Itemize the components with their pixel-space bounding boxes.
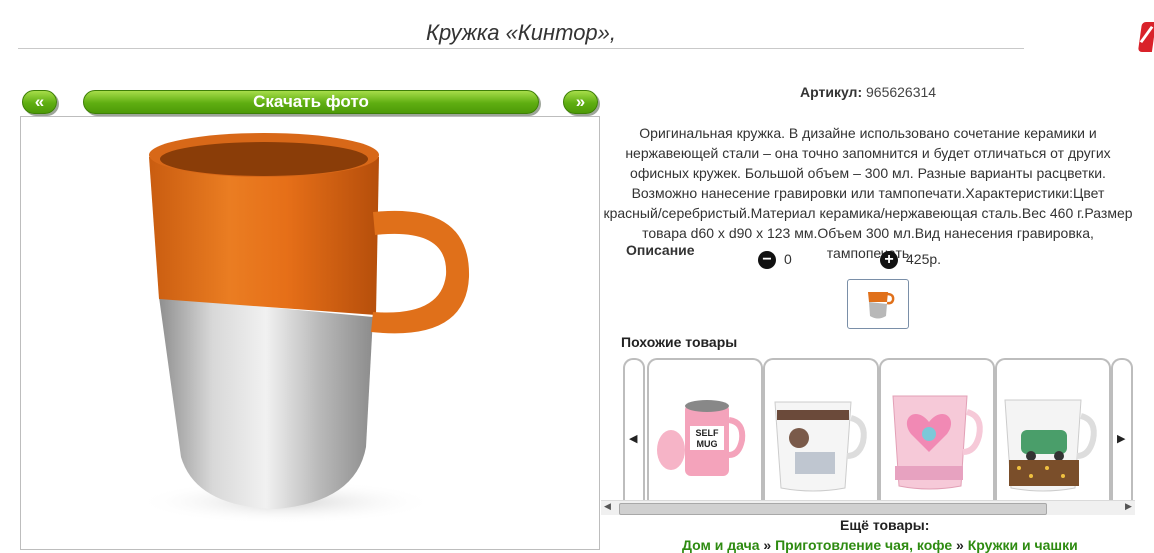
download-photo-button[interactable]: Скачать фото: [83, 90, 539, 114]
sku: Артикул: 965626314: [800, 84, 960, 100]
related-item[interactable]: [995, 358, 1111, 510]
close-icon[interactable]: [1137, 22, 1154, 52]
related-item[interactable]: [879, 358, 995, 510]
title-divider: [18, 48, 1024, 49]
sku-label: Артикул:: [800, 84, 863, 100]
carousel-next-button[interactable]: ▶: [1111, 358, 1133, 510]
related-carousel: ◀ SELF MUG ▶: [601, 356, 1135, 516]
quantity-stepper: −0: [758, 251, 792, 270]
scroll-left-icon[interactable]: ◀: [604, 501, 611, 512]
related-item[interactable]: [763, 358, 879, 510]
photo-thumbnail[interactable]: [847, 279, 909, 329]
page-title: Кружка «Кинтор»,: [425, 20, 617, 45]
carousel-prev-button[interactable]: ◀: [623, 358, 645, 510]
arrow-left-icon: ◀: [629, 433, 638, 445]
svg-text:SELF: SELF: [695, 428, 719, 438]
svg-text:MUG: MUG: [697, 439, 718, 449]
bonbon-mug-icon: [774, 401, 867, 492]
self-stirring-mug-icon: SELF MUG: [657, 400, 746, 476]
scrollbar-thumb[interactable]: [619, 503, 1047, 515]
description-label: Описание: [626, 242, 695, 258]
carousel-scrollbar[interactable]: ◀ ▶: [601, 500, 1135, 515]
price-block: +425р.: [880, 251, 942, 270]
minus-icon[interactable]: −: [758, 251, 776, 270]
sku-value: 965626314: [866, 84, 937, 100]
prev-photo-button[interactable]: «: [22, 90, 57, 114]
next-photo-button[interactable]: »: [563, 90, 598, 114]
price-value: 425р.: [906, 251, 942, 267]
thumbnail-mug-icon: [868, 292, 895, 319]
retro-car-mug-icon: [1004, 399, 1097, 492]
mug-image: [136, 133, 470, 524]
more-products-title: Ещё товары:: [840, 517, 930, 533]
related-title: Похожие товары: [621, 334, 738, 350]
pink-heart-mug-icon: [892, 395, 983, 490]
plus-icon[interactable]: +: [880, 251, 898, 270]
scroll-right-icon[interactable]: ▶: [1125, 501, 1132, 512]
product-photo: [20, 116, 600, 550]
related-item[interactable]: SELF MUG: [647, 358, 763, 510]
quantity-value: 0: [784, 251, 792, 267]
arrow-right-icon: ▶: [1117, 433, 1126, 445]
